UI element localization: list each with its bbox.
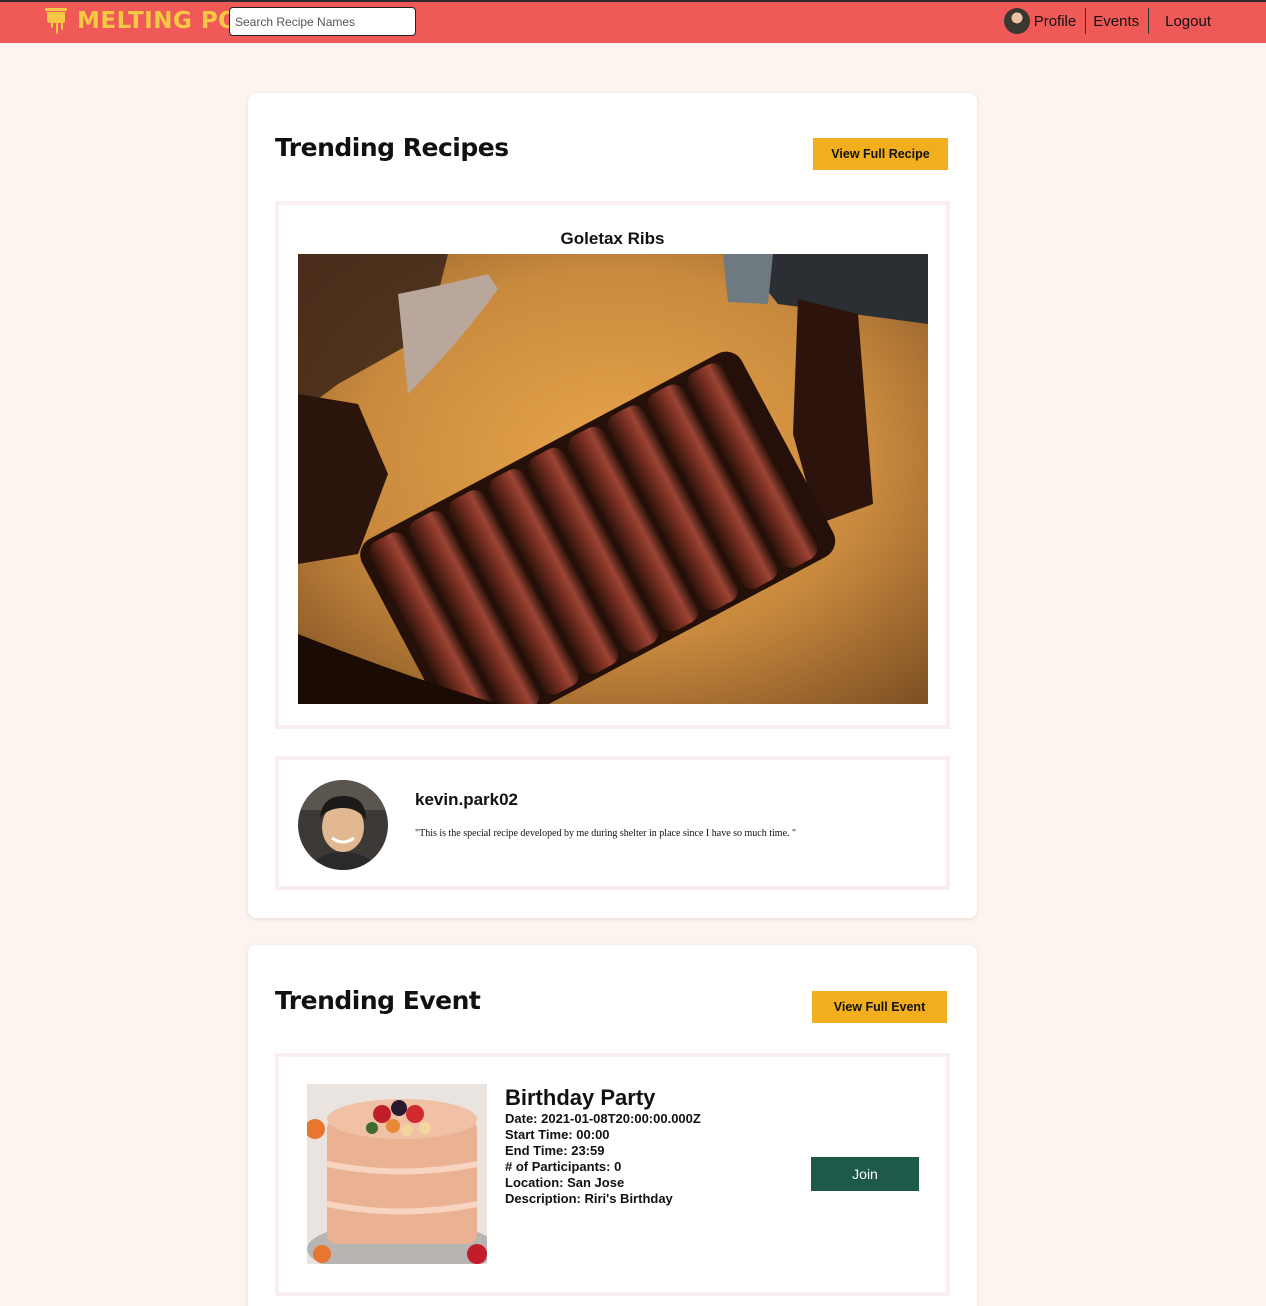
- author-quote: "This is the special recipe developed by…: [415, 828, 797, 839]
- event-name: Birthday Party: [505, 1085, 656, 1110]
- author-username[interactable]: kevin.park02: [415, 790, 518, 810]
- search-input[interactable]: [229, 7, 416, 36]
- logo[interactable]: MELTING POT: [44, 6, 254, 36]
- event-date: Date: 2021-01-08T20:00:00.000Z: [505, 1111, 701, 1126]
- event-start-time: Start Time: 00:00: [505, 1127, 610, 1142]
- profile-avatar[interactable]: [1003, 8, 1030, 34]
- nav-logout-link[interactable]: Logout: [1149, 13, 1266, 30]
- event-info: Birthday Party Date: 2021-01-08T20:00:00…: [505, 1085, 701, 1207]
- melting-pot-icon: [45, 8, 67, 34]
- join-event-button[interactable]: Join: [811, 1157, 919, 1191]
- trending-event-title: Trending Event: [275, 986, 481, 1015]
- view-full-recipe-button[interactable]: View Full Recipe: [813, 138, 948, 170]
- recipe-name: Goletax Ribs: [560, 229, 665, 248]
- navbar: MELTING POT Profile Events Logout: [0, 0, 1266, 43]
- trending-recipes-card: Trending Recipes View Full Recipe Goleta…: [248, 93, 977, 918]
- recipe-image[interactable]: [298, 254, 928, 704]
- logo-text: MELTING POT: [77, 8, 255, 34]
- event-location: Location: San Jose: [505, 1175, 625, 1190]
- author-avatar[interactable]: [298, 780, 388, 870]
- event-preview: Birthday Party Date: 2021-01-08T20:00:00…: [275, 1053, 950, 1296]
- nav-events-link[interactable]: Events: [1086, 13, 1148, 30]
- event-participants: # of Participants: 0: [505, 1159, 622, 1174]
- trending-recipes-title: Trending Recipes: [275, 133, 509, 162]
- nav-menu: Profile Events Logout: [1003, 6, 1266, 36]
- view-full-event-button[interactable]: View Full Event: [812, 991, 947, 1023]
- event-image[interactable]: [307, 1084, 487, 1264]
- event-end-time: End Time: 23:59: [505, 1143, 605, 1158]
- nav-profile-link[interactable]: Profile: [1034, 13, 1077, 30]
- trending-event-card: Trending Event View Full Event Birthday …: [248, 945, 977, 1306]
- recipe-preview[interactable]: Goletax Ribs: [275, 201, 950, 729]
- recipe-author-box: kevin.park02 "This is the special recipe…: [275, 756, 950, 890]
- event-description: Description: Riri's Birthday: [505, 1191, 673, 1206]
